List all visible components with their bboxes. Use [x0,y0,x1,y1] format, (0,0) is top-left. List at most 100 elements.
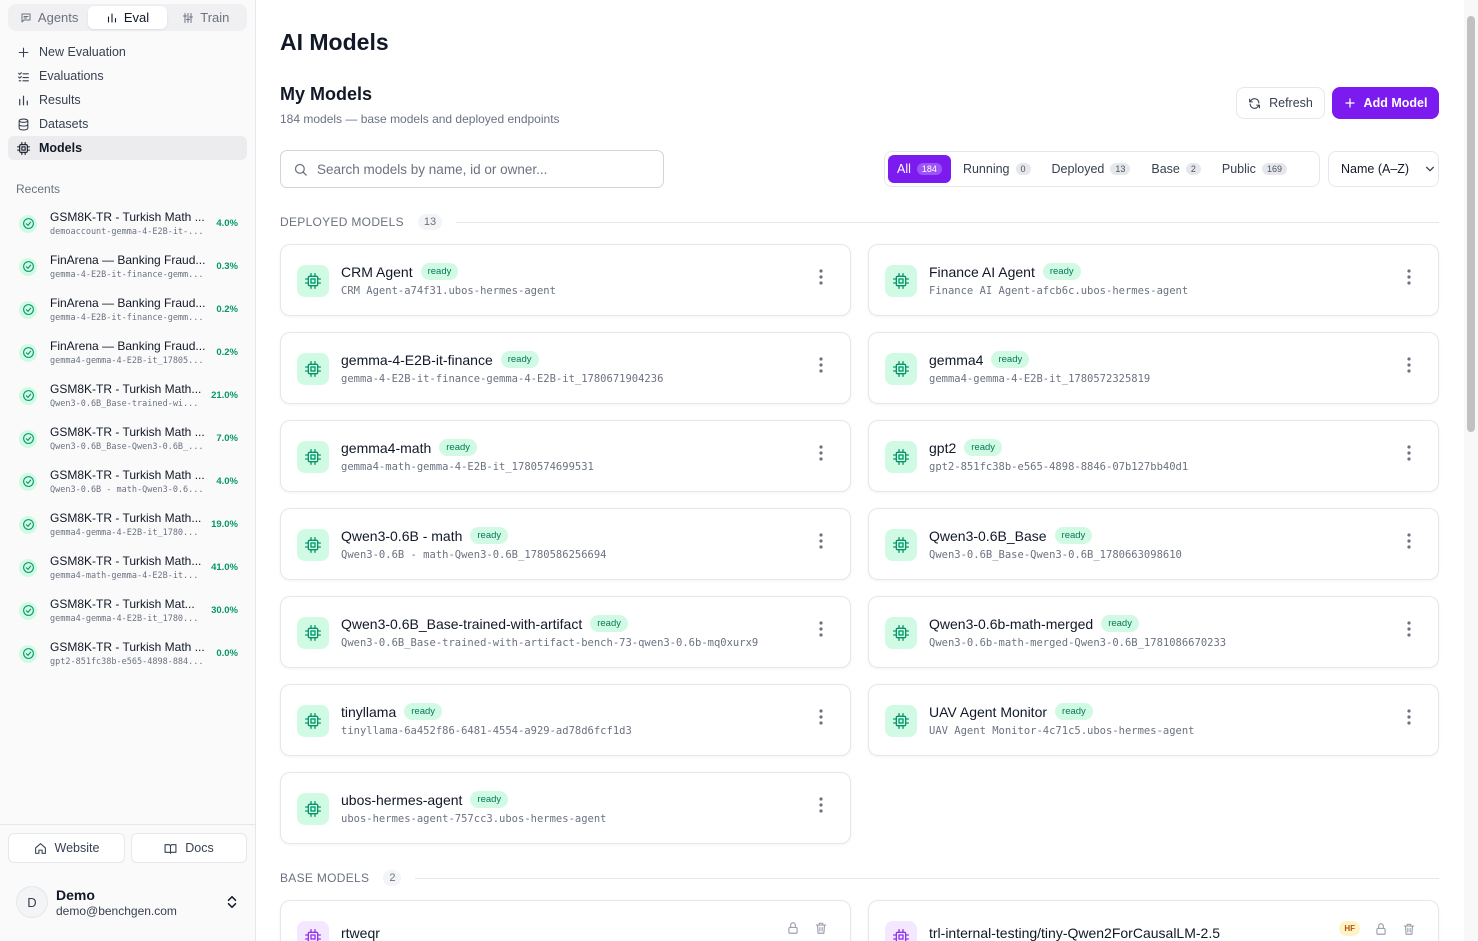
model-card[interactable]: gemma-4-E2B-it-finance ready gemma-4-E2B-i… [280,332,851,404]
model-name-row: CRM Agent ready [341,263,459,280]
recent-text: GSM8K-TR - Turkish Math... gemma4-math-ge… [50,554,206,581]
model-name-row: trl-internal-testing/tiny-Qwen2ForCausal… [929,925,1220,941]
more-vertical-icon[interactable] [1404,619,1414,639]
more-vertical-icon[interactable] [1404,531,1414,551]
recent-item[interactable]: GSM8K-TR - Turkish Math... gemma4-math-ge… [8,546,247,589]
base-model-card[interactable]: trl-internal-testing/tiny-Qwen2ForCausal… [868,900,1439,941]
trash-icon[interactable] [814,921,828,935]
search-box [280,150,664,188]
filter-base[interactable]: Base 2 [1142,155,1210,183]
add-model-button[interactable]: Add Model [1332,87,1439,119]
nav-new-evaluation-label: New Evaluation [39,45,126,59]
deployed-count: 13 [417,214,443,230]
tab-eval[interactable]: Eval [88,6,167,29]
base-section-label: BASE MODELS [280,871,370,885]
user-name: Demo [56,886,95,903]
tab-train-label: Train [200,10,230,25]
model-name-row: rtweqr [341,925,380,941]
trash-icon[interactable] [1402,922,1416,936]
more-vertical-icon[interactable] [816,795,826,815]
more-vertical-icon[interactable] [1404,707,1414,727]
recent-item[interactable]: GSM8K-TR - Turkish Math... gemma4-gemma-4… [8,503,247,546]
model-card[interactable]: UAV Agent Monitor ready UAV Agent Monitor-… [868,684,1439,756]
recent-item[interactable]: GSM8K-TR - Turkish Mat... gemma4-gemma-4-… [8,589,247,632]
filter-deployed[interactable]: Deployed 13 [1043,155,1140,183]
chevrons-up-down-icon [227,895,237,909]
nav-evaluations[interactable]: Evaluations [8,64,247,88]
check-circle-icon [19,515,37,534]
model-card[interactable]: CRM Agent ready CRM Agent-a74f31.ubos-herm… [280,244,851,316]
home-icon [34,842,46,854]
docs-button[interactable]: Docs [131,833,247,863]
recent-text: GSM8K-TR - Turkish Math... gemma4-gemma-4… [50,511,206,538]
lock-icon[interactable] [1374,922,1388,936]
filter-running[interactable]: Running 0 [954,155,1040,183]
more-vertical-icon[interactable] [816,619,826,639]
model-name-row: ubos-hermes-agent ready [341,791,509,808]
user-email: demo@benchgen.com [56,903,177,918]
check-circle-icon [19,601,37,620]
check-circle-icon [19,558,37,577]
model-name: Qwen3-0.6B_Base [929,527,1047,544]
recent-item[interactable]: GSM8K-TR - Turkish Math... Qwen3-0.6B_Bas… [8,374,247,417]
filter-all[interactable]: All 184 [888,155,951,183]
recent-subtitle: demoaccount-gemma-4-E2B-it-... [50,227,204,237]
status-badge: ready [1055,703,1093,720]
model-card[interactable]: gpt2 ready gpt2-851fc38b-e565-4898-8846-07… [868,420,1439,492]
user-menu[interactable]: D Demo demo@benchgen.com [16,884,246,920]
scrollbar[interactable] [1464,0,1478,941]
recent-subtitle: gemma-4-E2B-it-finance-gemm... [50,270,204,280]
sidebar-nav: New Evaluation Evaluations Results Datas… [8,40,247,160]
status-badge: ready [404,703,443,720]
model-name-row: Qwen3-0.6B_Base ready [929,527,1093,544]
tab-train[interactable]: Train [167,6,245,29]
model-card[interactable]: Qwen3-0.6B_Base ready Qwen3-0.6B_Base-Qwen… [868,508,1439,580]
more-vertical-icon[interactable] [816,267,826,287]
model-card[interactable]: gemma4 ready gemma4-gemma-4-E2B-it_1780572… [868,332,1439,404]
more-vertical-icon[interactable] [1404,267,1414,287]
refresh-button[interactable]: Refresh [1236,87,1325,119]
recent-item[interactable]: FinArena — Banking Fraud... gemma-4-E2B-i… [8,245,247,288]
scrollbar-thumb[interactable] [1467,16,1475,432]
search-input[interactable] [317,161,647,177]
recent-item[interactable]: GSM8K-TR - Turkish Math ... Qwen3-0.6B - … [8,460,247,503]
base-model-card[interactable]: rtweqr [280,900,851,941]
website-button[interactable]: Website [8,833,125,863]
book-open-icon [164,843,177,854]
recent-item[interactable]: GSM8K-TR - Turkish Math ... Qwen3-0.6B_Ba… [8,417,247,460]
model-card[interactable]: gemma4-math ready gemma4-math-gemma-4-E2B-… [280,420,851,492]
cpu-icon [297,921,329,941]
model-card[interactable]: Qwen3-0.6B_Base-trained-with-artifact rea… [280,596,851,668]
nav-datasets[interactable]: Datasets [8,112,247,136]
filter-public[interactable]: Public 169 [1213,155,1296,183]
tab-agents[interactable]: Agents [10,6,88,29]
model-card[interactable]: Qwen3-0.6B - math ready Qwen3-0.6B - math-… [280,508,851,580]
more-vertical-icon[interactable] [816,355,826,375]
nav-models[interactable]: Models [8,136,247,160]
recent-item[interactable]: GSM8K-TR - Turkish Math ... demoaccount-g… [8,202,247,245]
model-card[interactable]: ubos-hermes-agent ready ubos-hermes-agent-… [280,772,851,844]
add-model-label: Add Model [1363,96,1428,110]
recent-item[interactable]: FinArena — Banking Fraud... gemma-4-E2B-i… [8,288,247,331]
model-name: rtweqr [341,925,380,941]
model-card[interactable]: Qwen3-0.6b-math-merged ready Qwen3-0.6b-ma… [868,596,1439,668]
more-vertical-icon[interactable] [816,707,826,727]
model-card[interactable]: tinyllama ready tinyllama-6a452f86-6481-45… [280,684,851,756]
lock-icon[interactable] [786,921,800,935]
more-vertical-icon[interactable] [816,443,826,463]
more-vertical-icon[interactable] [1404,443,1414,463]
more-vertical-icon[interactable] [1404,355,1414,375]
recent-item[interactable]: FinArena — Banking Fraud... gemma4-gemma-… [8,331,247,374]
cpu-icon [297,265,329,297]
refresh-icon [1249,97,1261,109]
nav-results[interactable]: Results [8,88,247,112]
nav-new-evaluation[interactable]: New Evaluation [8,40,247,64]
model-card[interactable]: Finance AI Agent ready Finance AI Agent-af… [868,244,1439,316]
sort-select[interactable]: Name (A–Z) [1328,151,1439,187]
filter-count: 184 [916,163,942,175]
more-vertical-icon[interactable] [816,531,826,551]
recent-title: GSM8K-TR - Turkish Math ... [50,468,205,482]
recents-list: GSM8K-TR - Turkish Math ... demoaccount-g… [8,202,247,675]
card-actions: HF [1339,921,1416,936]
recent-item[interactable]: GSM8K-TR - Turkish Math ... gpt2-851fc38b… [8,632,247,675]
